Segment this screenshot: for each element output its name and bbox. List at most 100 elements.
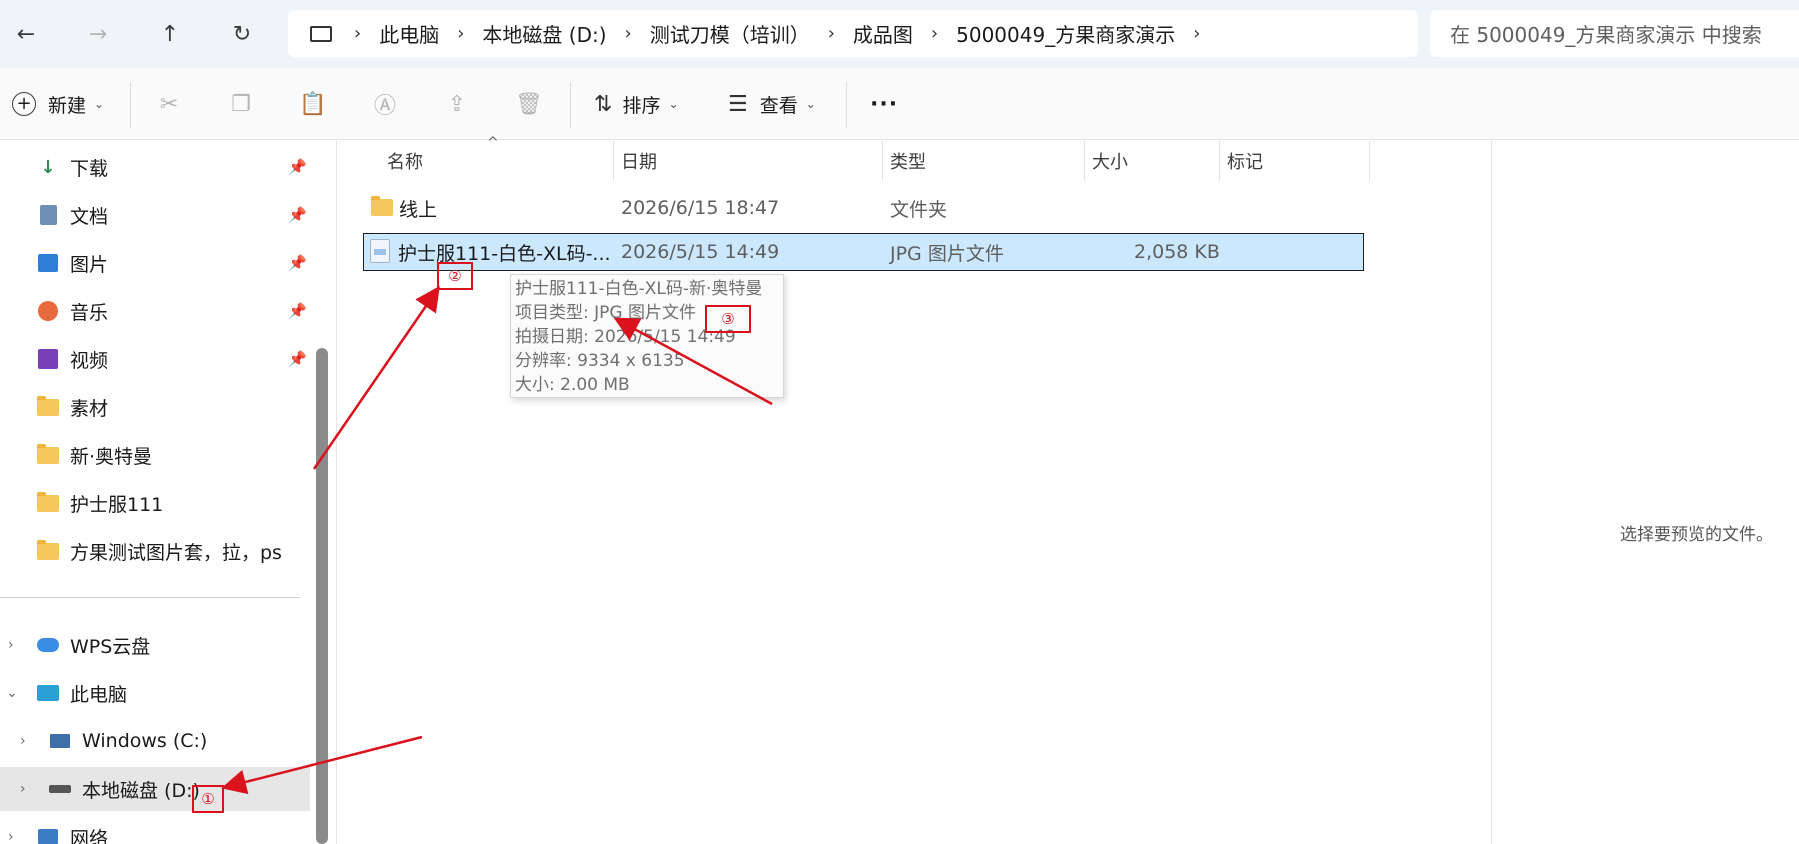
sidebar-item-label: 新·奥特曼 — [70, 445, 153, 468]
pin-icon[interactable]: 📌 — [288, 302, 307, 320]
sidebar-item-pictures[interactable]: 图片 📌 — [0, 241, 310, 285]
pin-icon[interactable]: 📌 — [288, 206, 307, 224]
sidebar-item-fangguo-test[interactable]: 方果测试图片套，拉，ps — [0, 529, 310, 573]
rename-icon[interactable]: Ⓐ — [369, 88, 401, 120]
sidebar-item-label: 下载 — [70, 157, 109, 180]
new-button[interactable]: + 新建 ⌄ — [12, 84, 104, 124]
cut-icon[interactable]: ✂ — [153, 88, 185, 120]
image-file-icon — [370, 239, 390, 268]
view-button[interactable]: ☰ 查看 ⌄ — [728, 84, 816, 124]
sidebar-item-label: 护士服111 — [70, 493, 164, 516]
column-header-date[interactable]: 日期 — [613, 141, 883, 181]
sort-button[interactable]: ⇅ 排序 ⌄ — [594, 84, 679, 124]
refresh-button[interactable]: ↻ — [220, 14, 264, 54]
sidebar-scrollbar[interactable] — [316, 348, 328, 844]
chevron-down-icon: ⌄ — [805, 97, 816, 111]
chevron-right-icon: › — [457, 23, 465, 44]
sidebar-item-downloads[interactable]: ↓ 下载 📌 — [0, 145, 310, 189]
document-icon — [36, 203, 60, 227]
preview-empty-text: 选择要预览的文件。 — [1620, 525, 1773, 545]
sidebar-item-wps-cloud[interactable]: › WPS云盘 — [0, 623, 310, 667]
chevron-down-icon[interactable]: ⌄ — [6, 685, 18, 701]
column-header-name[interactable]: 名称 ^ — [337, 135, 613, 181]
address-bar[interactable]: › 此电脑 › 本地磁盘 (D:) › 测试刀模（培训） › 成品图 › 500… — [288, 10, 1418, 57]
chevron-right-icon[interactable]: › — [8, 637, 14, 653]
search-placeholder: 在 5000049_方果商家演示 中搜索 — [1450, 23, 1762, 47]
network-icon — [36, 825, 60, 844]
column-name-label: 名称 — [387, 152, 423, 173]
sidebar-item-nurse-uniform[interactable]: 护士服111 — [0, 481, 310, 525]
breadcrumb-drive-d[interactable]: 本地磁盘 (D:) — [482, 19, 606, 48]
forward-button[interactable]: → — [76, 14, 120, 54]
file-info-tooltip: 护士服111-白色-XL码-新·奥特曼 项目类型: JPG 图片文件 拍摄日期:… — [510, 274, 784, 398]
table-row[interactable]: 线上 2026/6/15 18:47 文件夹 — [363, 189, 1363, 227]
pin-icon[interactable]: 📌 — [288, 158, 307, 176]
breadcrumb-this-pc[interactable]: 此电脑 — [379, 19, 439, 48]
chevron-right-icon[interactable]: › — [1193, 23, 1200, 44]
search-input[interactable]: 在 5000049_方果商家演示 中搜索 — [1430, 10, 1799, 57]
drive-icon — [48, 777, 72, 801]
table-row[interactable]: 护士服111-白色-XL码-... 2026/5/15 14:49 JPG 图片… — [363, 233, 1364, 271]
toolbar-divider — [570, 82, 571, 128]
chevron-right-icon[interactable]: › — [8, 829, 14, 844]
file-name: 护士服111-白色-XL码-... — [398, 242, 611, 265]
up-button[interactable]: ↑ — [148, 14, 192, 54]
sidebar-item-drive-c[interactable]: › Windows (C:) — [0, 719, 310, 763]
folder-icon — [36, 443, 60, 467]
annotation-marker-2: ② — [437, 262, 473, 290]
sidebar-item-network[interactable]: › 网络 — [0, 815, 310, 844]
share-icon[interactable]: ⇪ — [441, 88, 473, 120]
music-icon — [36, 299, 60, 323]
sidebar-item-label: Windows (C:) — [82, 730, 208, 752]
sidebar-item-materials[interactable]: 素材 — [0, 385, 310, 429]
breadcrumb-current-folder[interactable]: 5000049_方果商家演示 — [956, 19, 1175, 48]
tooltip-resolution: 分辨率: 9334 x 6135 — [515, 351, 685, 371]
back-button[interactable]: ← — [4, 14, 48, 54]
column-separator[interactable] — [1369, 141, 1370, 181]
picture-icon — [36, 251, 60, 275]
sidebar-item-documents[interactable]: 文档 📌 — [0, 193, 310, 237]
toolbar-divider — [846, 82, 847, 128]
sidebar-item-label: 此电脑 — [70, 683, 128, 706]
sidebar-item-label: 图片 — [70, 253, 109, 276]
sidebar-item-label: 文档 — [70, 205, 109, 228]
copy-icon[interactable]: ❐ — [225, 88, 257, 120]
pin-icon[interactable]: 📌 — [288, 254, 307, 272]
chevron-right-icon[interactable]: › — [20, 733, 26, 749]
folder-icon — [371, 196, 393, 221]
paste-icon[interactable]: 📋 — [297, 88, 329, 120]
preview-pane — [1492, 141, 1799, 844]
breadcrumb-finished[interactable]: 成品图 — [853, 19, 913, 48]
sidebar-item-ultraman[interactable]: 新·奥特曼 — [0, 433, 310, 477]
chevron-right-icon: › — [827, 23, 835, 44]
chevron-right-icon[interactable]: › — [20, 781, 26, 797]
pin-icon[interactable]: 📌 — [288, 350, 307, 368]
column-header-type[interactable]: 类型 — [882, 141, 1084, 181]
delete-icon[interactable]: 🗑 — [513, 88, 545, 120]
sidebar-item-videos[interactable]: 视频 📌 — [0, 337, 310, 381]
download-icon: ↓ — [40, 156, 56, 178]
sidebar-item-label: 方果测试图片套，拉，ps — [70, 541, 282, 564]
arrow-up-icon: ↑ — [160, 21, 180, 47]
sidebar-item-label: 音乐 — [70, 301, 109, 324]
more-icon: ··· — [870, 91, 899, 117]
annotation-marker-3: ③ — [705, 305, 751, 333]
sidebar-item-drive-d[interactable]: › 本地磁盘 (D:) — [0, 767, 310, 811]
breadcrumb-test-dieline[interactable]: 测试刀模（培训） — [650, 19, 810, 48]
folder-icon — [36, 539, 60, 563]
file-size: 2,058 KB — [1134, 241, 1220, 263]
column-type-label: 类型 — [890, 152, 926, 173]
chevron-down-icon: ⌄ — [668, 97, 679, 111]
chevron-right-icon: › — [930, 23, 939, 44]
navigation-pane: ↓ 下载 📌 文档 📌 图片 📌 音乐 📌 视频 📌 素材 新·奥特曼 护士服1… — [0, 141, 312, 844]
more-options-button[interactable]: ··· — [870, 84, 898, 124]
file-list: 名称 ^ 日期 类型 大小 标记 线上 2026/6/15 18:47 文件夹 … — [337, 135, 1491, 844]
sidebar-item-music[interactable]: 音乐 📌 — [0, 289, 310, 333]
new-label: 新建 — [48, 94, 87, 117]
column-header-tag[interactable]: 标记 — [1219, 141, 1369, 181]
file-type: JPG 图片文件 — [890, 242, 1004, 265]
column-header-size[interactable]: 大小 — [1084, 141, 1219, 181]
refresh-icon: ↻ — [232, 21, 252, 47]
file-date: 2026/5/15 14:49 — [621, 241, 780, 263]
sidebar-item-this-pc[interactable]: ⌄ 此电脑 — [0, 671, 310, 715]
